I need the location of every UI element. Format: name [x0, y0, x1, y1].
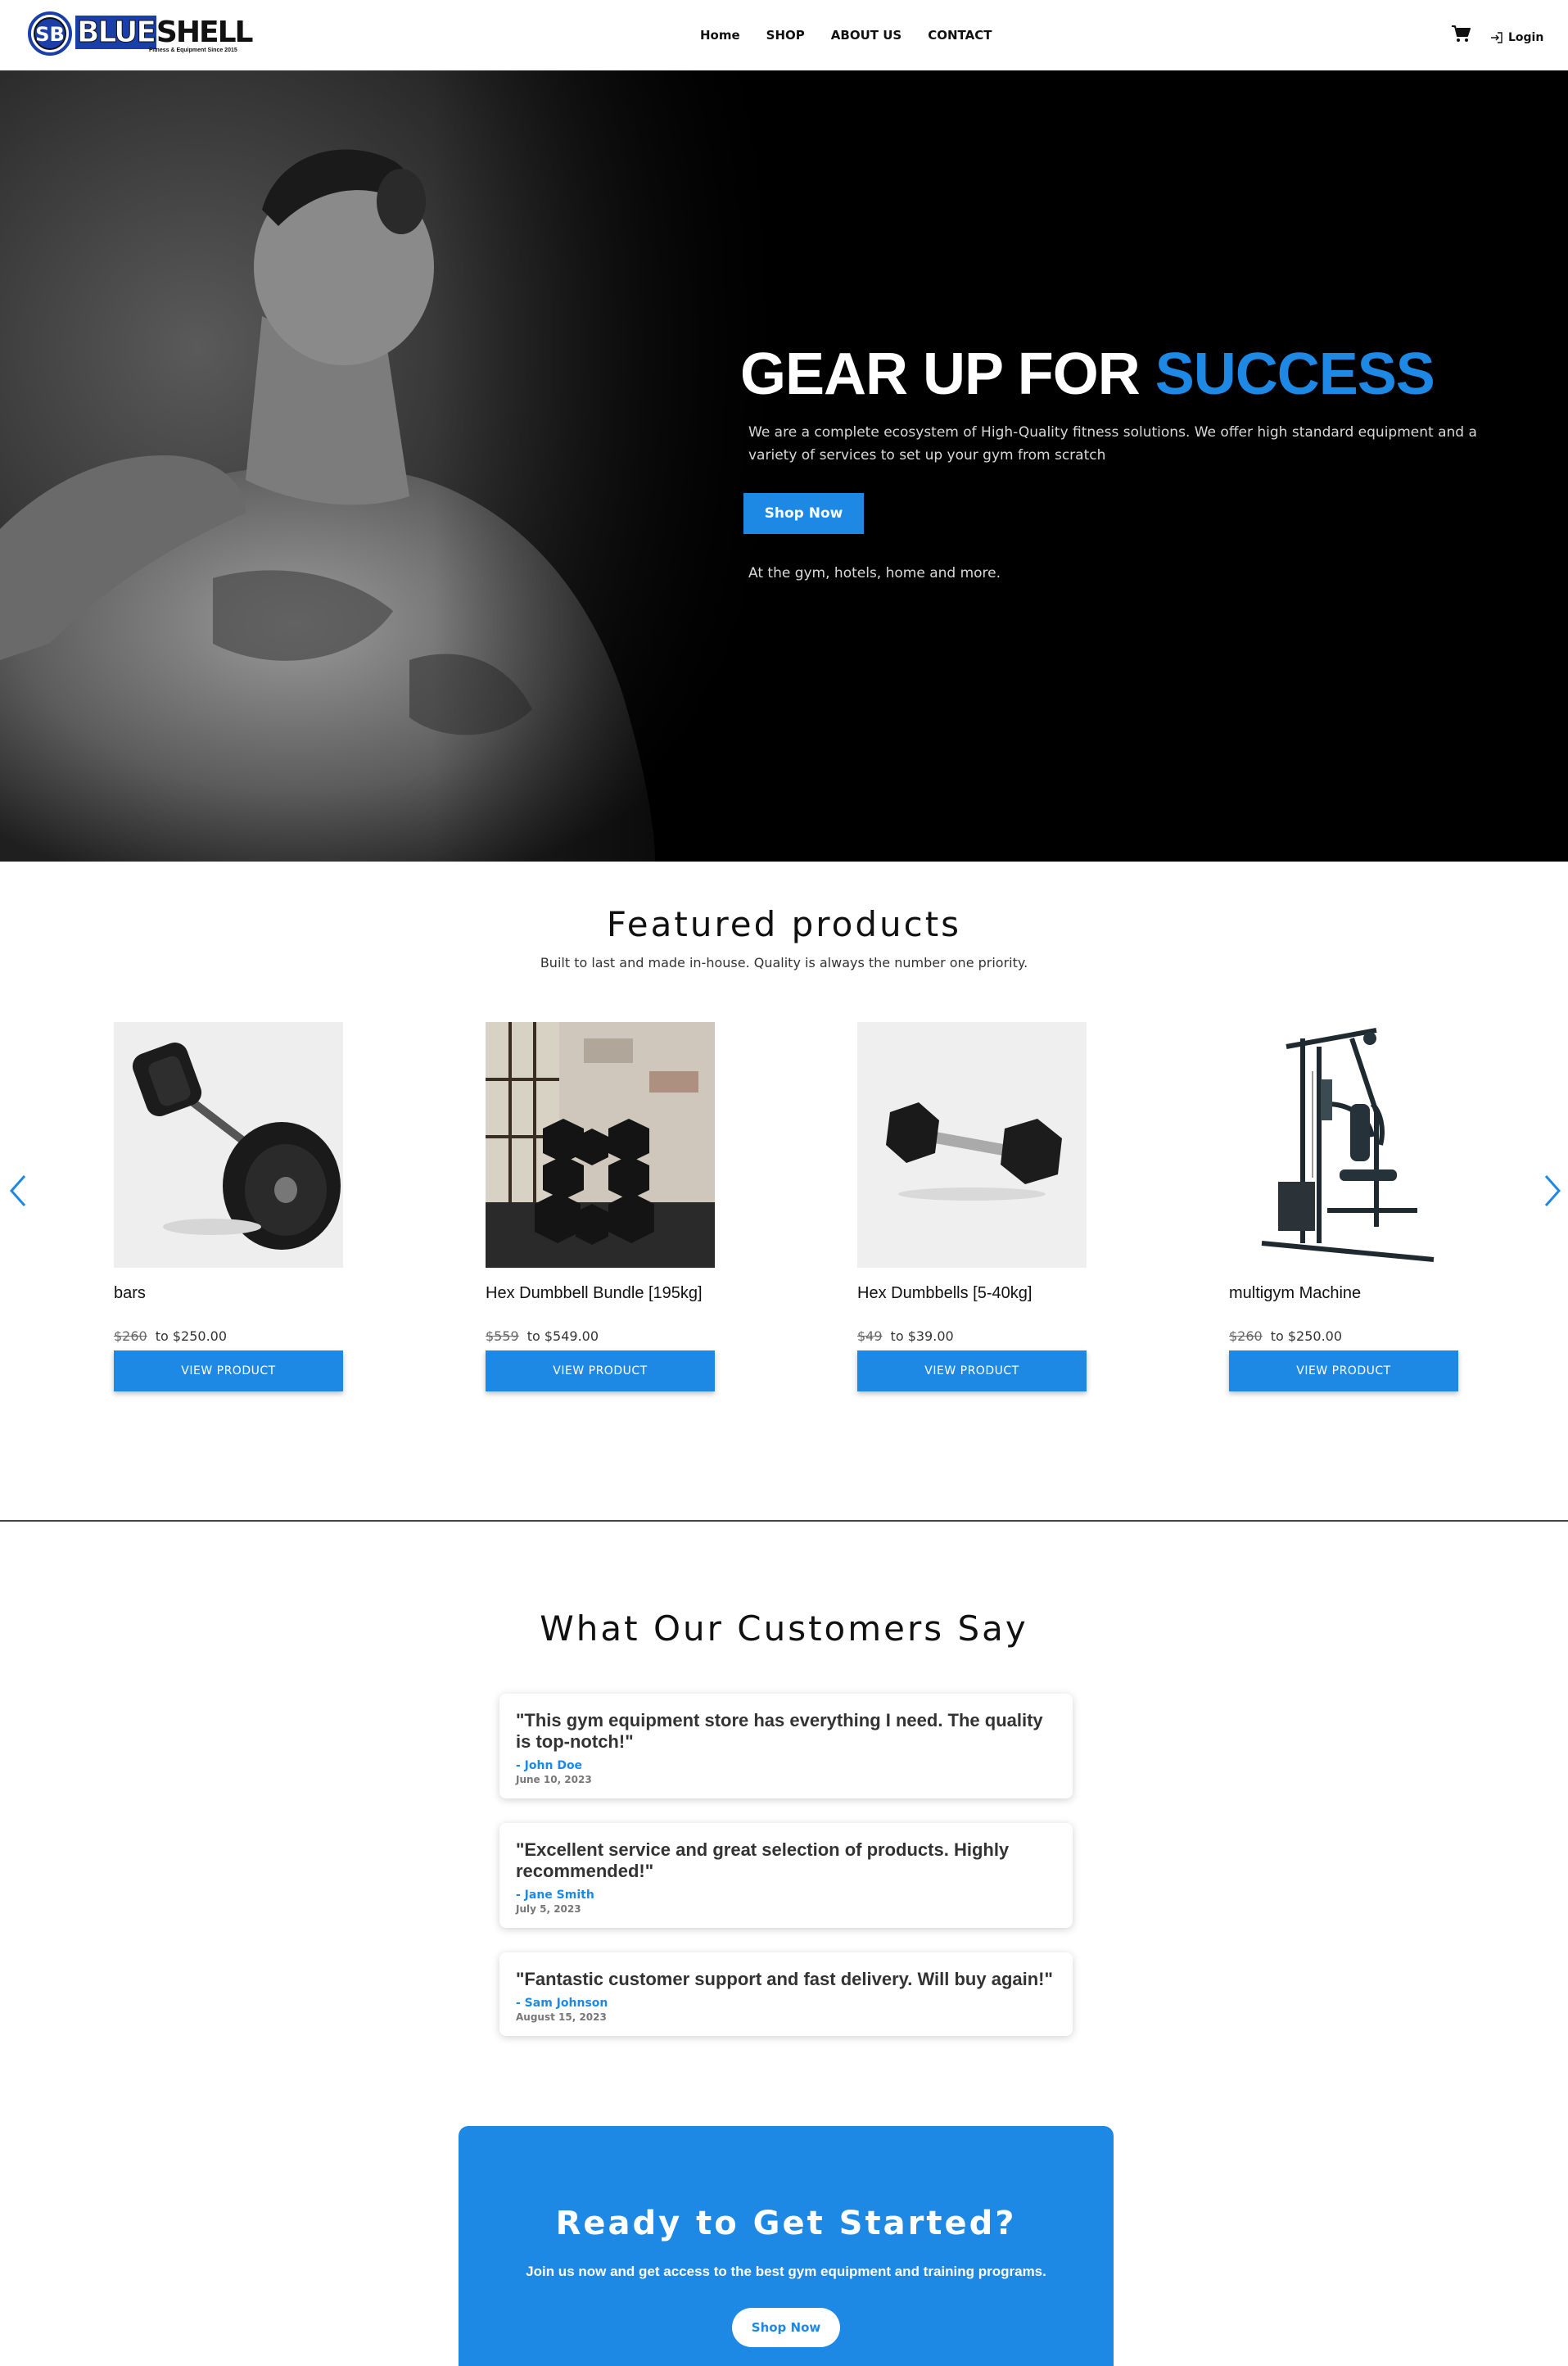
product-name[interactable]: multigym Machine	[1229, 1284, 1458, 1304]
new-price: to $549.00	[526, 1328, 599, 1344]
old-price: $49	[857, 1328, 883, 1344]
section-divider	[0, 1520, 1568, 1522]
featured-subtitle: Built to last and made in-house. Quality…	[540, 955, 1028, 970]
testimonials-title: What Our Customers Say	[540, 1608, 1028, 1649]
hero-description: We are a complete ecosystem of High-Qual…	[748, 424, 1477, 464]
login-icon	[1491, 32, 1502, 43]
brand-logo[interactable]: SB BLUESHELL Fitness & Equipment Since 2…	[28, 11, 253, 56]
testimonial-card: "This gym equipment store has everything…	[499, 1694, 1073, 1798]
new-price: to $250.00	[1270, 1328, 1343, 1344]
nav-contact[interactable]: CONTACT	[928, 28, 992, 43]
view-product-button[interactable]: VIEW PRODUCT	[857, 1350, 1087, 1391]
testimonial-author: - John Doe	[516, 1759, 583, 1772]
product-price: $260 to $250.00	[114, 1328, 343, 1344]
testimonial-card: "Excellent service and great selection o…	[499, 1823, 1073, 1928]
hero-title: GEAR UP FOR SUCCESS	[740, 342, 1435, 407]
hex-dumbbell-image[interactable]	[857, 1022, 1087, 1268]
hero-subtext: At the gym, hotels, home and more.	[748, 565, 1001, 581]
barbell-image[interactable]	[114, 1022, 343, 1268]
nav-about-us[interactable]: ABOUT US	[831, 28, 901, 43]
testimonial-date: July 5, 2023	[516, 1903, 581, 1915]
product-card: multigym Machine $260 to $250.00 VIEW PRO…	[1229, 1022, 1458, 1391]
old-price: $260	[114, 1328, 147, 1344]
testimonial-card: "Fantastic customer support and fast del…	[499, 1952, 1073, 2036]
product-card: Hex Dumbbell Bundle [195kg] $559 to $549.…	[486, 1022, 715, 1391]
nav-home[interactable]: Home	[700, 28, 740, 43]
dumbbell-bundle-image[interactable]	[486, 1022, 715, 1268]
site-header: SB BLUESHELL Fitness & Equipment Since 2…	[0, 0, 1568, 70]
old-price: $260	[1229, 1328, 1263, 1344]
product-card: bars $260 to $250.00 VIEW PRODUCT	[114, 1022, 343, 1391]
login-link[interactable]: Login	[1490, 31, 1543, 44]
logo-emblem-icon: SB	[28, 11, 72, 56]
logo-tagline: Fitness & Equipment Since 2015	[149, 48, 237, 53]
svg-text:SB: SB	[35, 23, 65, 46]
testimonial-date: June 10, 2023	[516, 1774, 592, 1785]
nav-shop[interactable]: SHOP	[766, 28, 805, 43]
cta-section: Ready to Get Started? Join us now and ge…	[459, 2126, 1114, 2366]
product-name[interactable]: bars	[114, 1284, 343, 1304]
new-price: to $39.00	[890, 1328, 954, 1344]
cta-subtitle: Join us now and get access to the best g…	[526, 2264, 1046, 2279]
cart-icon[interactable]	[1451, 25, 1471, 43]
new-price: to $250.00	[155, 1328, 228, 1344]
testimonial-quote: "Excellent service and great selection o…	[516, 1839, 1010, 1881]
main-nav: Home SHOP ABOUT US CONTACT	[700, 28, 1018, 43]
cta-shop-now-button[interactable]: Shop Now	[732, 2308, 840, 2347]
carousel-prev-icon[interactable]	[7, 1173, 31, 1209]
testimonial-date: August 15, 2023	[516, 2011, 607, 2023]
product-name[interactable]: Hex Dumbbells [5-40kg]	[857, 1284, 1087, 1304]
hero-athlete-image	[0, 70, 786, 862]
view-product-button[interactable]: VIEW PRODUCT	[114, 1350, 343, 1391]
hero-title-accent: SUCCESS	[1155, 342, 1435, 407]
hero-shop-now-button[interactable]: Shop Now	[743, 493, 864, 534]
testimonial-author: - Sam Johnson	[516, 1997, 608, 2010]
view-product-button[interactable]: VIEW PRODUCT	[1229, 1350, 1458, 1391]
login-label: Login	[1508, 31, 1544, 44]
product-price: $260 to $250.00	[1229, 1328, 1458, 1344]
hero-section: GEAR UP FOR SUCCESS We are a complete ec…	[0, 70, 1568, 862]
featured-title: Featured products	[606, 904, 962, 944]
logo-wordmark: BLUESHELL	[75, 16, 253, 49]
testimonial-quote: "Fantastic customer support and fast del…	[516, 1969, 1053, 1989]
testimonial-quote: "This gym equipment store has everything…	[516, 1710, 1043, 1752]
product-card: Hex Dumbbells [5-40kg] $49 to $39.00 VIEW…	[857, 1022, 1087, 1391]
multigym-image[interactable]	[1229, 1022, 1458, 1268]
old-price: $559	[486, 1328, 519, 1344]
view-product-button[interactable]: VIEW PRODUCT	[486, 1350, 715, 1391]
carousel-next-icon[interactable]	[1539, 1173, 1564, 1209]
testimonial-author: - Jane Smith	[516, 1889, 594, 1902]
product-name[interactable]: Hex Dumbbell Bundle [195kg]	[486, 1284, 715, 1304]
cta-title: Ready to Get Started?	[555, 2205, 1017, 2242]
product-price: $559 to $549.00	[486, 1328, 715, 1344]
product-price: $49 to $39.00	[857, 1328, 1087, 1344]
